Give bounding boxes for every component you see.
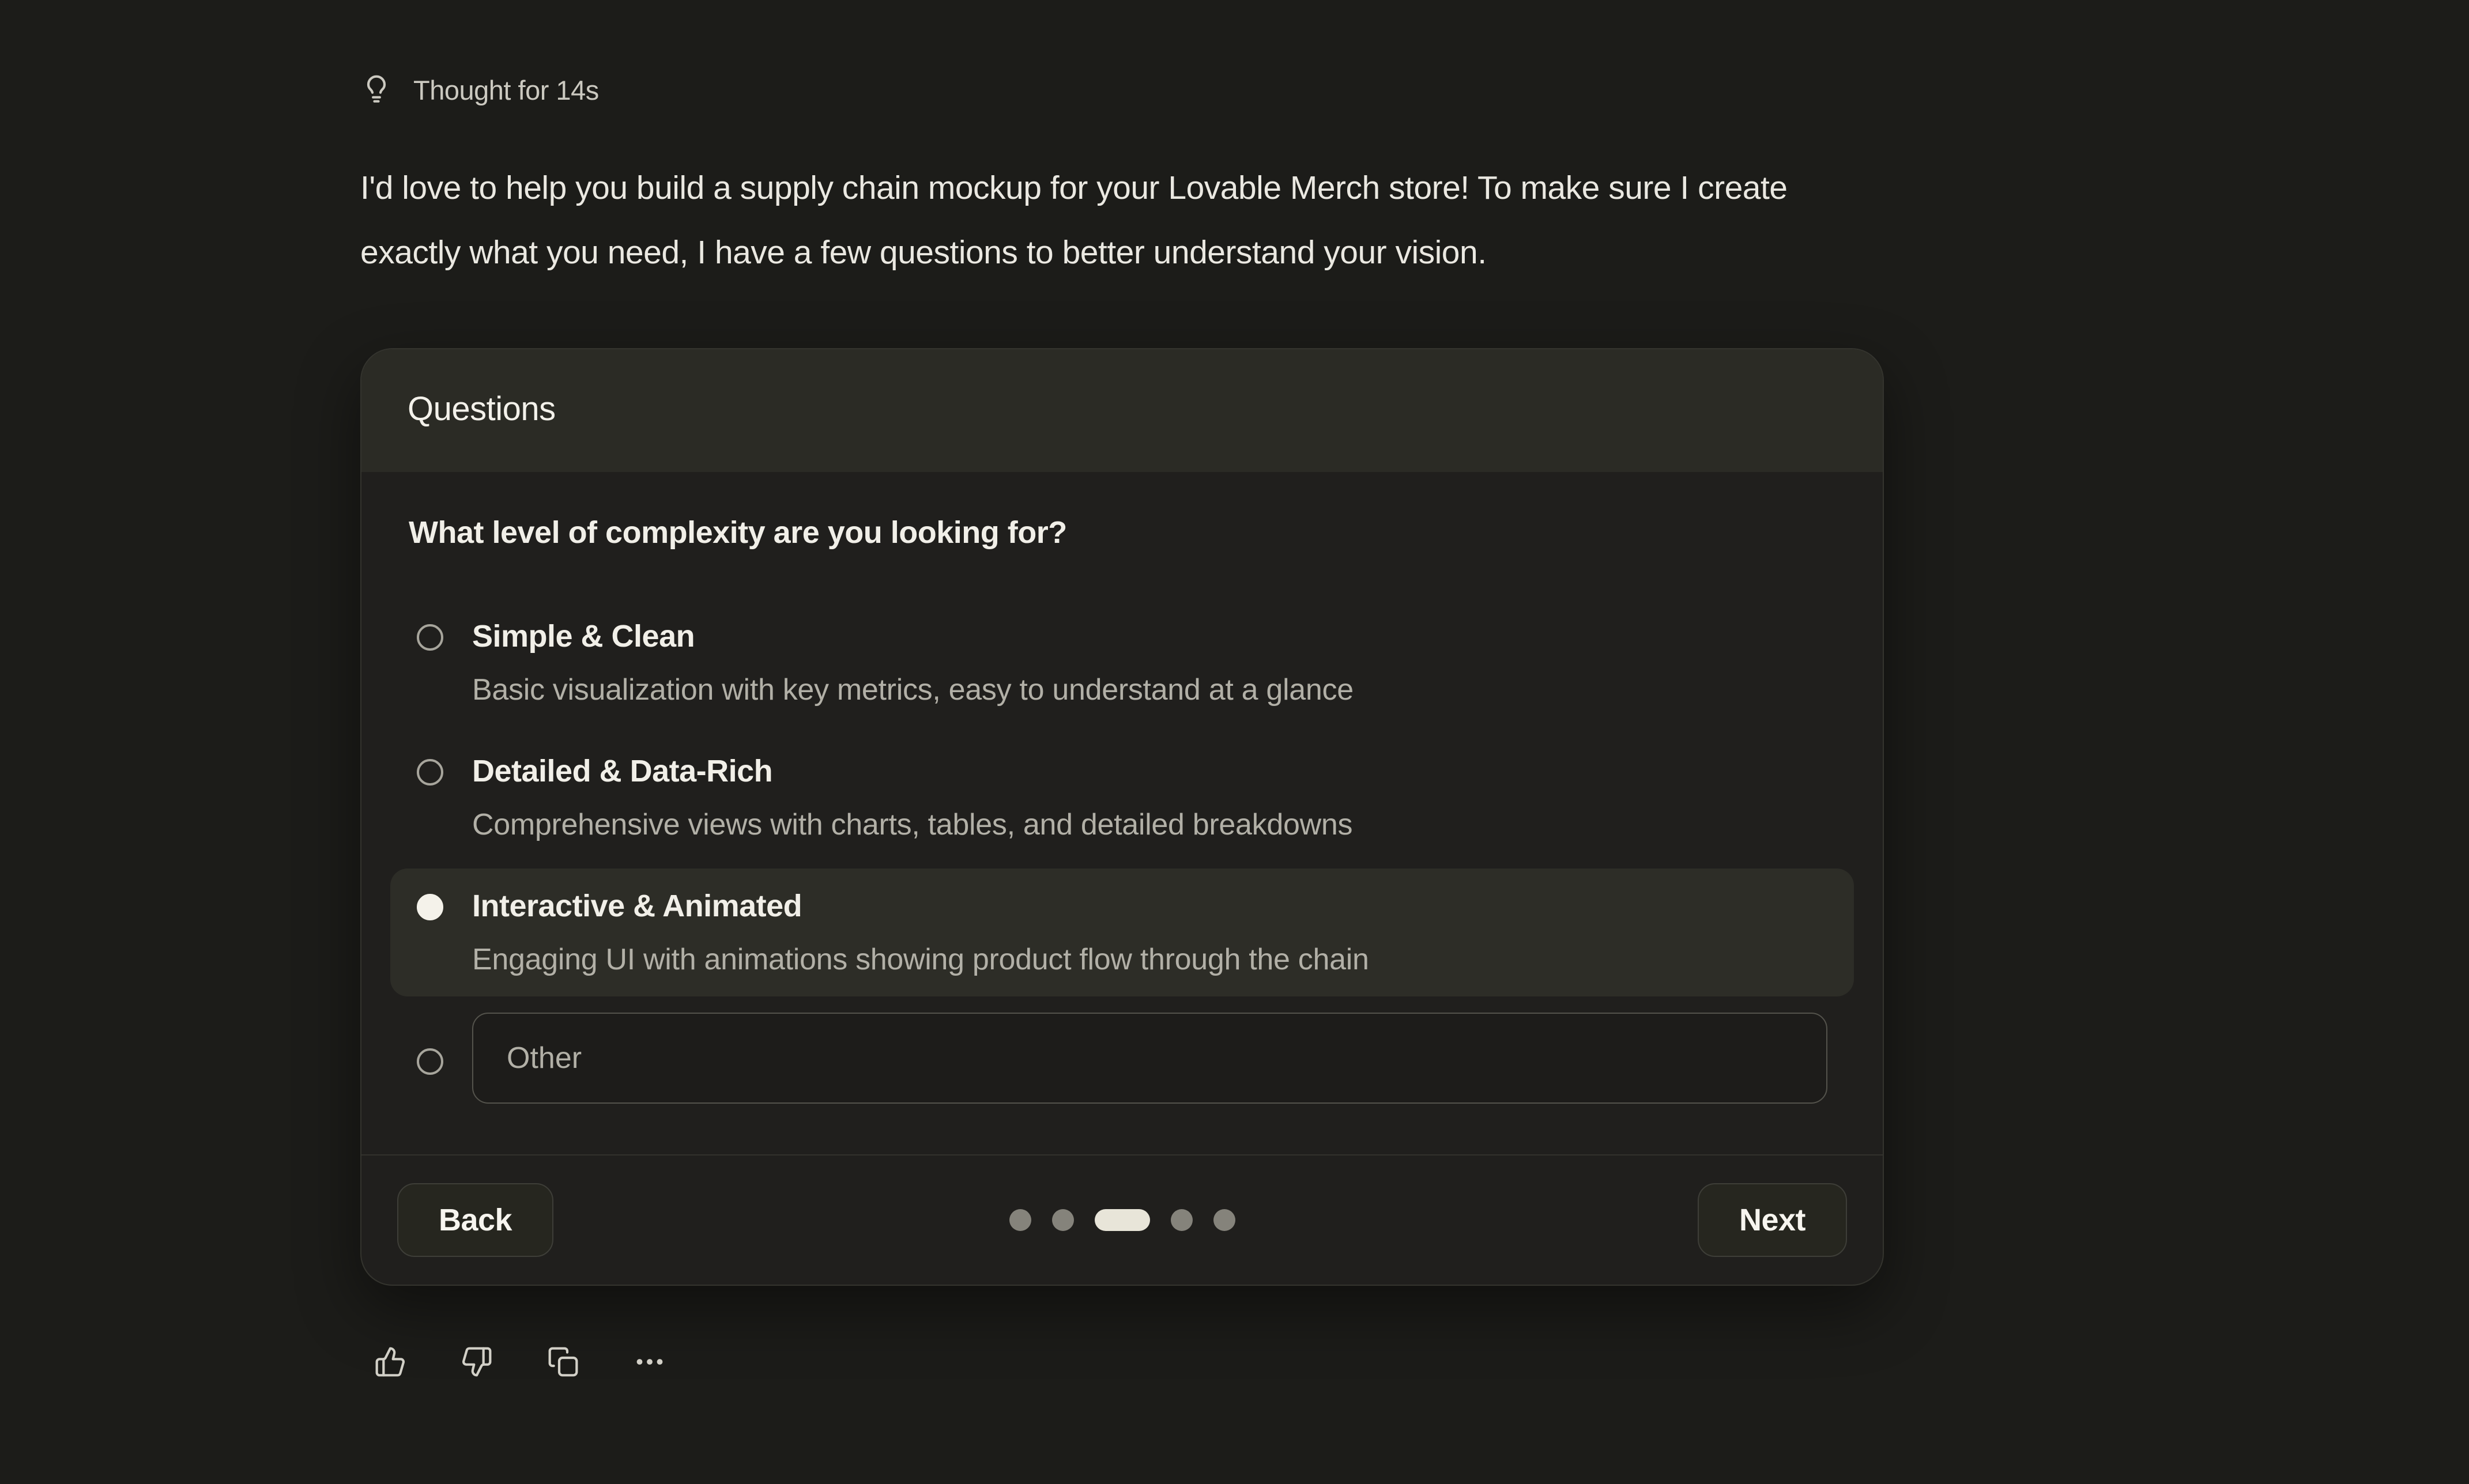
thought-toggle[interactable]: Thought for 14s [360, 74, 2320, 106]
option-detailed-data-rich[interactable]: Detailed & Data-Rich Comprehensive views… [390, 734, 1854, 862]
thumbs-down-icon [461, 1346, 493, 1378]
lightbulb-icon [360, 74, 393, 106]
option-description: Engaging UI with animations showing prod… [472, 941, 1369, 978]
option-title: Detailed & Data-Rich [472, 752, 1352, 790]
option-texts: Interactive & Animated Engaging UI with … [472, 887, 1369, 978]
questions-card: Questions What level of complexity are y… [360, 348, 1884, 1286]
message-line-2: exactly what you need, I have a few ques… [360, 220, 2090, 285]
option-description: Comprehensive views with charts, tables,… [472, 806, 1352, 843]
radio-unselected-icon[interactable] [417, 1048, 443, 1075]
pagination-dot-3-active [1095, 1209, 1150, 1231]
option-texts: Simple & Clean Basic visualization with … [472, 617, 1354, 708]
back-button[interactable]: Back [397, 1183, 553, 1257]
copy-icon [547, 1346, 579, 1378]
pagination-dots [1009, 1209, 1235, 1231]
card-title: Questions [408, 390, 1837, 428]
chat-message-block: Thought for 14s I'd love to help you bui… [360, 74, 2320, 1378]
radio-unselected-icon[interactable] [417, 624, 443, 651]
ellipsis-icon [634, 1346, 666, 1378]
more-options-button[interactable] [634, 1346, 666, 1378]
pagination-dot-4 [1171, 1209, 1193, 1231]
questions-card-header: Questions [361, 349, 1883, 472]
message-line-1: I'd love to help you build a supply chai… [360, 156, 2090, 220]
message-actions [374, 1346, 2320, 1378]
option-other[interactable] [390, 1003, 1854, 1104]
option-title: Interactive & Animated [472, 887, 1369, 925]
pagination-dot-1 [1009, 1209, 1031, 1231]
option-title: Simple & Clean [472, 617, 1354, 655]
radio-unselected-icon[interactable] [417, 759, 443, 786]
option-texts: Detailed & Data-Rich Comprehensive views… [472, 752, 1352, 843]
option-simple-clean[interactable]: Simple & Clean Basic visualization with … [390, 599, 1854, 727]
questions-card-footer: Back Next [361, 1154, 1883, 1285]
thumbs-down-button[interactable] [461, 1346, 493, 1378]
assistant-message: I'd love to help you build a supply chai… [360, 156, 2090, 285]
copy-button[interactable] [547, 1346, 579, 1378]
thumbs-up-icon [374, 1346, 406, 1378]
questions-card-body: What level of complexity are you looking… [361, 472, 1883, 1154]
thumbs-up-button[interactable] [374, 1346, 406, 1378]
next-button[interactable]: Next [1698, 1183, 1847, 1257]
radio-selected-icon[interactable] [417, 894, 443, 920]
thought-label: Thought for 14s [413, 74, 599, 106]
pagination-dot-5 [1213, 1209, 1235, 1231]
pagination-dot-2 [1052, 1209, 1074, 1231]
question-text: What level of complexity are you looking… [409, 515, 1835, 550]
option-interactive-animated[interactable]: Interactive & Animated Engaging UI with … [390, 869, 1854, 996]
other-option-input[interactable] [472, 1013, 1827, 1104]
option-description: Basic visualization with key metrics, ea… [472, 671, 1354, 708]
